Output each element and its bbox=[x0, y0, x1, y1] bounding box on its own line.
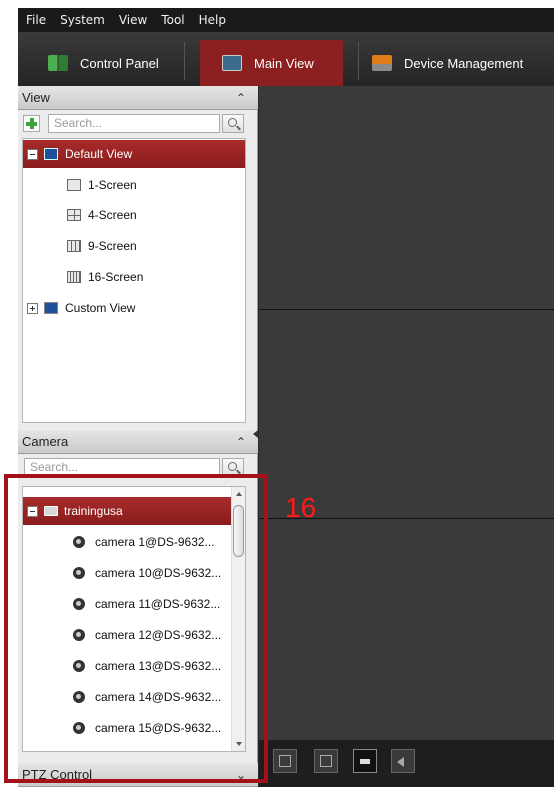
window-layout-icon bbox=[279, 755, 291, 767]
tree-item-label: Custom View bbox=[65, 301, 136, 315]
module-tabbar: Control Panel Main View Device Managemen… bbox=[18, 32, 554, 86]
screen-9-icon bbox=[67, 240, 81, 252]
tab-divider bbox=[184, 42, 185, 80]
tree-item-4-screen[interactable]: 4-Screen bbox=[23, 201, 245, 229]
custom-view-icon bbox=[44, 302, 58, 314]
stop-all-button[interactable] bbox=[353, 749, 377, 773]
camera-section-header[interactable]: Camera ⌃ bbox=[18, 430, 258, 454]
menu-bar: File System View Tool Help bbox=[18, 8, 554, 32]
tree-item-label: 16-Screen bbox=[88, 270, 144, 284]
view-window-divider bbox=[259, 309, 554, 310]
chevron-up-icon[interactable]: ⌃ bbox=[236, 86, 246, 110]
speaker-muted-icon bbox=[397, 757, 404, 767]
expand-icon[interactable] bbox=[27, 302, 38, 314]
add-view-button[interactable] bbox=[23, 115, 40, 132]
multi-window-icon bbox=[320, 755, 332, 767]
control-panel-icon bbox=[48, 55, 68, 71]
chevron-up-icon[interactable]: ⌃ bbox=[236, 430, 246, 454]
view-group-icon bbox=[44, 148, 58, 160]
tree-item-label: 1-Screen bbox=[88, 178, 137, 192]
menu-tool[interactable]: Tool bbox=[161, 13, 184, 27]
screen-1-icon bbox=[67, 179, 81, 191]
stop-icon bbox=[360, 759, 370, 764]
tab-device-management[interactable]: Device Management bbox=[372, 40, 523, 86]
panel-collapse-arrow-icon[interactable] bbox=[253, 430, 258, 438]
tab-divider bbox=[358, 42, 359, 80]
screen-4-icon bbox=[67, 209, 81, 221]
menu-file[interactable]: File bbox=[26, 13, 46, 27]
annotation-highlight-box bbox=[4, 474, 268, 783]
search-icon bbox=[228, 462, 237, 471]
view-search-input[interactable]: Search... bbox=[48, 114, 220, 133]
view-section-title: View bbox=[22, 90, 50, 105]
view-section-header[interactable]: View ⌃ bbox=[18, 86, 258, 110]
tree-item-9-screen[interactable]: 9-Screen bbox=[23, 232, 245, 260]
menu-help[interactable]: Help bbox=[199, 13, 226, 27]
search-icon bbox=[228, 118, 237, 127]
tree-item-label: 9-Screen bbox=[88, 239, 137, 253]
multi-window-button[interactable] bbox=[314, 749, 338, 773]
screen-16-icon bbox=[67, 271, 81, 283]
tree-item-16-screen[interactable]: 16-Screen bbox=[23, 263, 245, 291]
menu-system[interactable]: System bbox=[60, 13, 105, 27]
tab-control-panel[interactable]: Control Panel bbox=[48, 40, 159, 86]
tree-item-1-screen[interactable]: 1-Screen bbox=[23, 171, 245, 199]
tab-device-management-label: Device Management bbox=[404, 55, 524, 71]
menu-view[interactable]: View bbox=[119, 13, 147, 27]
tab-main-view[interactable]: Main View bbox=[200, 40, 343, 86]
tab-control-panel-label: Control Panel bbox=[80, 55, 159, 71]
collapse-icon[interactable] bbox=[27, 148, 38, 160]
tree-item-custom-view[interactable]: Custom View bbox=[23, 294, 245, 322]
view-search-row: Search... bbox=[18, 110, 258, 136]
view-search-button[interactable] bbox=[222, 114, 244, 133]
tree-item-label: 4-Screen bbox=[88, 208, 137, 222]
live-view-area[interactable] bbox=[259, 86, 554, 740]
view-toolbar bbox=[259, 740, 554, 787]
camera-section-title: Camera bbox=[22, 434, 69, 449]
main-view-icon bbox=[222, 55, 242, 71]
tree-item-label: Default View bbox=[65, 147, 133, 161]
view-tree: Default View 1-Screen 4-Screen 9-Screen … bbox=[22, 138, 246, 423]
window-division-button[interactable] bbox=[273, 749, 297, 773]
device-management-icon bbox=[372, 55, 392, 71]
annotation-label: 16 bbox=[285, 492, 317, 523]
audio-toggle-button[interactable] bbox=[391, 749, 415, 773]
tab-main-view-label: Main View bbox=[254, 55, 314, 71]
tree-item-default-view[interactable]: Default View bbox=[23, 140, 245, 168]
